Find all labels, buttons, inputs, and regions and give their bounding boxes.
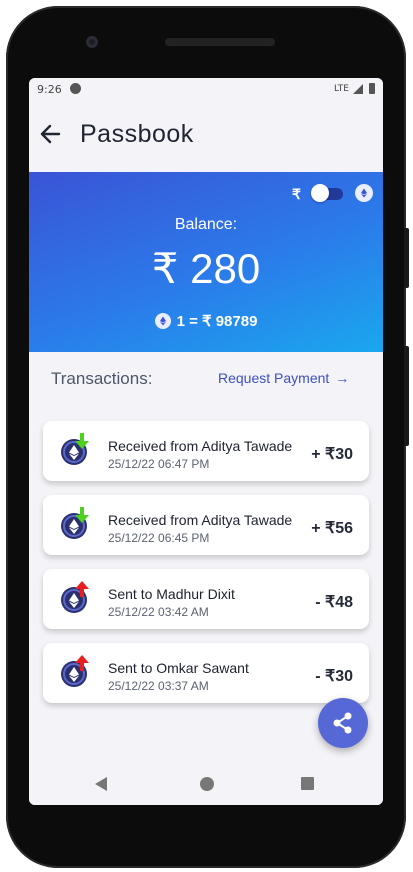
transaction-amount: + ₹30 bbox=[311, 446, 353, 463]
balance-amount: ₹ 280 bbox=[151, 245, 261, 292]
system-nav-bar bbox=[29, 763, 383, 805]
transaction-title: Sent to Omkar Sawant bbox=[108, 660, 249, 676]
request-payment-label: Request Payment bbox=[218, 370, 330, 386]
front-camera bbox=[86, 36, 98, 48]
status-bar: 9:26 LTE bbox=[29, 78, 383, 100]
transaction-date: 25/12/22 06:45 PM bbox=[108, 531, 210, 545]
arrow-up-red-icon bbox=[75, 581, 89, 597]
nav-recents-icon[interactable] bbox=[301, 777, 314, 790]
transaction-amount: + ₹56 bbox=[311, 520, 353, 537]
power-button bbox=[404, 346, 409, 446]
share-icon bbox=[333, 712, 352, 734]
nav-back-icon[interactable] bbox=[95, 777, 107, 791]
transaction-title: Sent to Madhur Dixit bbox=[108, 586, 235, 602]
battery-icon bbox=[369, 83, 375, 94]
arrow-right-icon: → bbox=[335, 370, 350, 386]
exchange-rate-text: 1 = ₹ 98789 bbox=[176, 313, 258, 330]
network-type: LTE bbox=[334, 84, 349, 94]
arrow-down-green-icon bbox=[75, 433, 89, 449]
share-button[interactable] bbox=[318, 698, 368, 748]
ethereum-icon bbox=[61, 433, 89, 465]
app-screen: 9:26 LTE Passbook ₹ Balance: ₹ 280 1 = ₹… bbox=[29, 78, 383, 805]
transaction-amount: - ₹48 bbox=[315, 594, 353, 611]
transaction-amount: - ₹30 bbox=[315, 668, 353, 685]
rupee-currency-label: ₹ bbox=[292, 186, 301, 202]
app-bar: Passbook bbox=[29, 100, 383, 172]
transaction-card[interactable]: Sent to Omkar Sawant 25/12/22 03:37 AM -… bbox=[43, 643, 369, 703]
exchange-rate: 1 = ₹ 98789 bbox=[29, 312, 383, 330]
earpiece-speaker bbox=[165, 38, 275, 46]
balance-card: ₹ Balance: ₹ 280 1 = ₹ 98789 bbox=[29, 172, 383, 352]
transaction-date: 25/12/22 03:42 AM bbox=[108, 605, 209, 619]
arrow-up-red-icon bbox=[75, 655, 89, 671]
transaction-date: 25/12/22 03:37 AM bbox=[108, 679, 209, 693]
nav-home-icon[interactable] bbox=[200, 777, 214, 791]
transaction-card[interactable]: Received from Aditya Tawade 25/12/22 06:… bbox=[43, 421, 369, 481]
status-time: 9:26 bbox=[37, 83, 62, 96]
ethereum-icon bbox=[61, 507, 89, 539]
ethereum-icon bbox=[61, 655, 89, 687]
arrow-down-green-icon bbox=[75, 507, 89, 523]
transaction-date: 25/12/22 06:47 PM bbox=[108, 457, 210, 471]
notification-icon bbox=[70, 83, 81, 94]
page-title: Passbook bbox=[80, 120, 194, 148]
transaction-title: Received from Aditya Tawade bbox=[108, 438, 293, 454]
toggle-knob bbox=[311, 184, 329, 202]
transaction-card[interactable]: Received from Aditya Tawade 25/12/22 06:… bbox=[43, 495, 369, 555]
transactions-heading: Transactions: bbox=[51, 369, 153, 388]
ethereum-icon bbox=[154, 313, 171, 329]
ethereum-icon bbox=[61, 581, 89, 613]
request-payment-link[interactable]: Request Payment → bbox=[218, 370, 349, 386]
transaction-card[interactable]: Sent to Madhur Dixit 25/12/22 03:42 AM -… bbox=[43, 569, 369, 629]
back-arrow-icon[interactable] bbox=[37, 120, 65, 148]
volume-button bbox=[404, 228, 409, 288]
transaction-title: Received from Aditya Tawade bbox=[108, 512, 293, 528]
signal-icon bbox=[353, 84, 363, 94]
currency-toggle[interactable] bbox=[311, 184, 345, 202]
ethereum-icon bbox=[355, 184, 373, 202]
balance-label: Balance: bbox=[174, 216, 238, 233]
